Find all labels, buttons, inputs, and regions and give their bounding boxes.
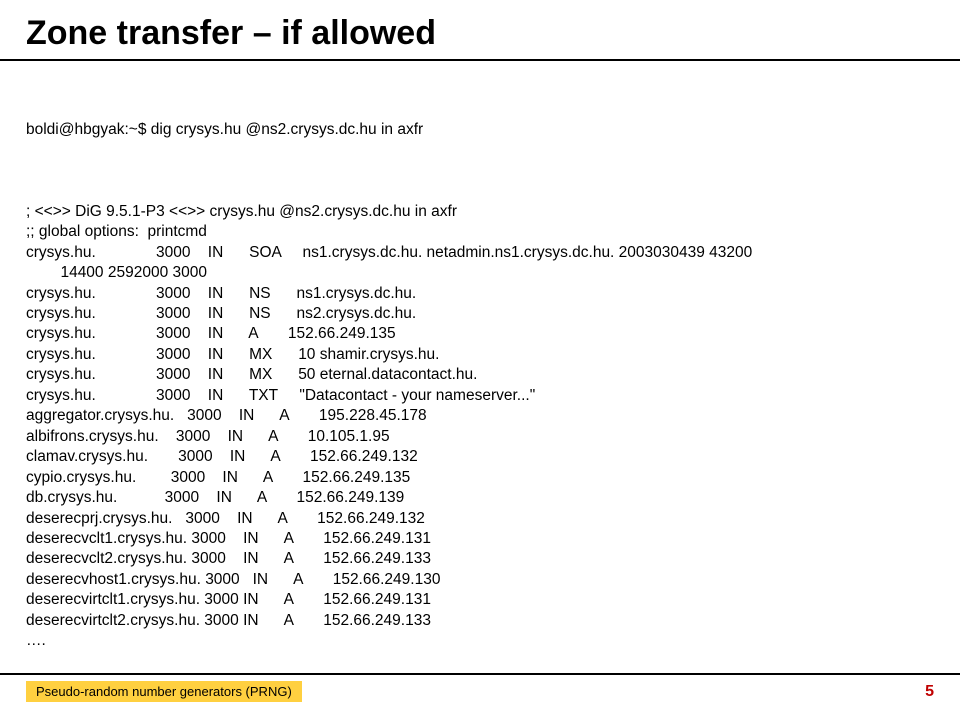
output-line: deserecvhost1.crysys.hu. 3000 IN A 152.6… [26,570,934,590]
output-line: albifrons.crysys.hu. 3000 IN A 10.105.1.… [26,427,934,447]
output-line: ;; global options: printcmd [26,222,934,242]
output-line: deserecvirtclt2.crysys.hu. 3000 IN A 152… [26,611,934,631]
output-line: deserecvclt1.crysys.hu. 3000 IN A 152.66… [26,529,934,549]
output-block: ; <<>> DiG 9.5.1-P3 <<>> crysys.hu @ns2.… [26,181,934,651]
output-line: crysys.hu. 3000 IN A 152.66.249.135 [26,324,934,344]
output-line: crysys.hu. 3000 IN MX 50 eternal.datacon… [26,365,934,385]
output-line: clamav.crysys.hu. 3000 IN A 152.66.249.1… [26,447,934,467]
output-line: cypio.crysys.hu. 3000 IN A 152.66.249.13… [26,468,934,488]
footer-label: Pseudo-random number generators (PRNG) [26,681,302,702]
output-line: 14400 2592000 3000 [26,263,934,283]
page-number: 5 [925,683,934,701]
output-line: deserecprj.crysys.hu. 3000 IN A 152.66.2… [26,509,934,529]
slide-body: boldi@hbgyak:~$ dig crysys.hu @ns2.crysy… [0,79,960,693]
slide-title: Zone transfer – if allowed [0,0,960,57]
footer: Pseudo-random number generators (PRNG) 5 [0,673,960,702]
output-line: db.crysys.hu. 3000 IN A 152.66.249.139 [26,488,934,508]
output-line: crysys.hu. 3000 IN NS ns1.crysys.dc.hu. [26,284,934,304]
output-line: crysys.hu. 3000 IN NS ns2.crysys.dc.hu. [26,304,934,324]
output-line: ; <<>> DiG 9.5.1-P3 <<>> crysys.hu @ns2.… [26,202,934,222]
output-line: deserecvirtclt1.crysys.hu. 3000 IN A 152… [26,590,934,610]
title-rule [0,59,960,61]
footer-rule [0,673,960,675]
slide: Zone transfer – if allowed boldi@hbgyak:… [0,0,960,716]
command-line: boldi@hbgyak:~$ dig crysys.hu @ns2.crysy… [26,120,934,140]
output-line: crysys.hu. 3000 IN MX 10 shamir.crysys.h… [26,345,934,365]
output-line: crysys.hu. 3000 IN SOA ns1.crysys.dc.hu.… [26,243,934,263]
output-line: deserecvclt2.crysys.hu. 3000 IN A 152.66… [26,549,934,569]
output-line: crysys.hu. 3000 IN TXT "Datacontact - yo… [26,386,934,406]
output-line: …. [26,631,934,651]
output-line: aggregator.crysys.hu. 3000 IN A 195.228.… [26,406,934,426]
output-line [26,181,934,201]
